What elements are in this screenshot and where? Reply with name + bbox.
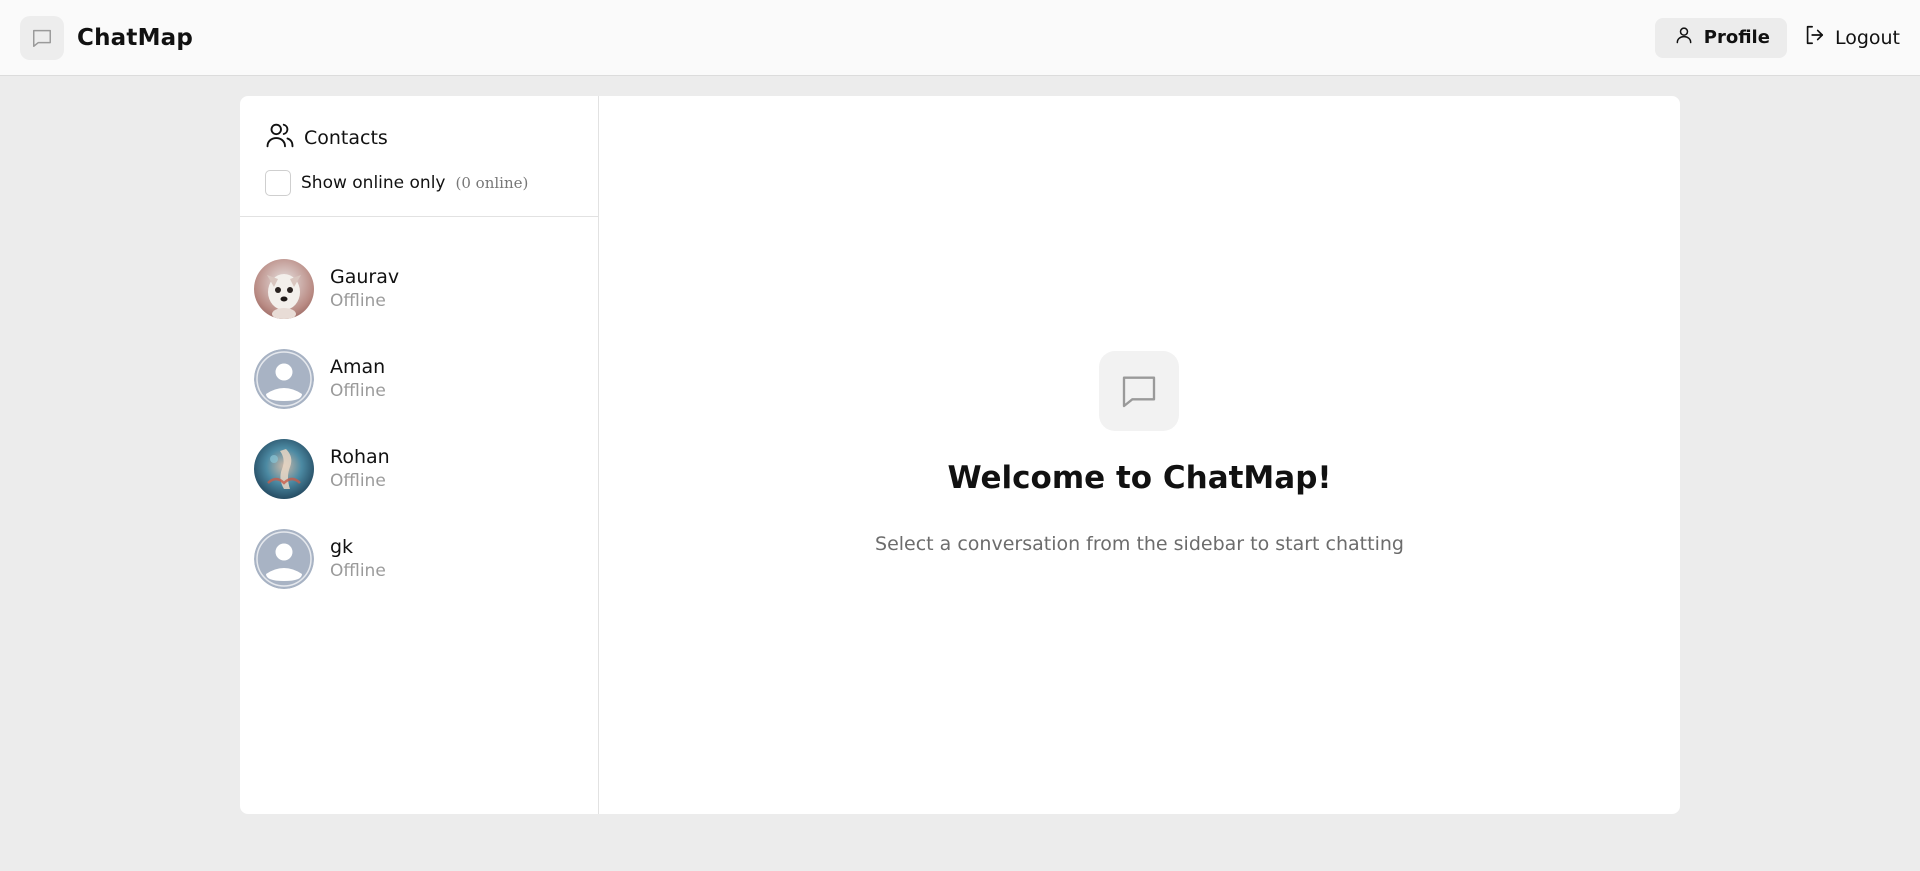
show-online-checkbox[interactable] (265, 170, 291, 196)
chat-bubble-icon (20, 15, 64, 60)
brand[interactable]: ChatMap (20, 15, 194, 60)
show-online-label[interactable]: Show online only (301, 173, 446, 193)
avatar (254, 439, 314, 499)
profile-button[interactable]: Profile (1654, 17, 1787, 58)
contacts-sidebar: Contacts Show online only (0 online) Gau… (240, 96, 599, 814)
chat-bubble-icon (1099, 351, 1179, 431)
chat-container: Contacts Show online only (0 online) Gau… (240, 96, 1680, 814)
user-icon (1674, 25, 1694, 50)
contacts-heading: Contacts (265, 120, 574, 155)
avatar (254, 259, 314, 319)
logout-button[interactable]: Logout (1797, 18, 1900, 58)
contact-item[interactable]: Gaurav Offline (240, 244, 598, 334)
sidebar-header: Contacts Show online only (0 online) (240, 96, 598, 217)
contact-status: Offline (330, 291, 386, 311)
brand-name: ChatMap (77, 24, 194, 51)
top-navbar: ChatMap Profile Logout (0, 0, 1920, 76)
profile-label: Profile (1703, 27, 1770, 48)
default-avatar-icon (254, 349, 314, 409)
contact-name: gk (330, 536, 354, 558)
welcome-subtitle: Select a conversation from the sidebar t… (875, 533, 1404, 555)
contact-status: Offline (330, 381, 386, 401)
contact-name: Aman (330, 356, 386, 378)
default-avatar-icon (254, 529, 314, 589)
online-count: (0 online) (455, 174, 529, 192)
contact-item[interactable]: gk Offline (240, 514, 598, 604)
contact-list: Gaurav Offline Aman Offline Rohan Offlin… (240, 217, 598, 604)
contact-status: Offline (330, 561, 386, 581)
welcome-pane: Welcome to ChatMap! Select a conversatio… (599, 96, 1680, 814)
users-icon (265, 120, 295, 155)
contact-name: Rohan (330, 446, 390, 468)
contact-name: Gaurav (330, 266, 400, 288)
logout-icon (1803, 24, 1825, 51)
welcome-title: Welcome to ChatMap! (947, 460, 1332, 496)
header-actions: Profile Logout (1654, 17, 1900, 58)
contact-item[interactable]: Aman Offline (240, 334, 598, 424)
contacts-title: Contacts (304, 126, 388, 149)
online-filter: Show online only (0 online) (265, 170, 574, 196)
contact-status: Offline (330, 471, 386, 491)
logout-label: Logout (1834, 26, 1900, 49)
contact-item[interactable]: Rohan Offline (240, 424, 598, 514)
